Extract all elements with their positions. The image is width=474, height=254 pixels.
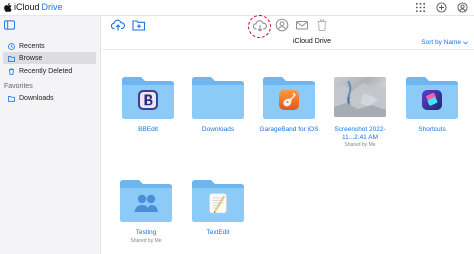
item-name: TextEdit [206, 229, 230, 236]
upload-icon[interactable] [111, 18, 125, 32]
item-shared-label: Shared by Me [344, 142, 376, 148]
account-icon[interactable] [457, 2, 468, 13]
clock-icon [8, 42, 15, 50]
mail-icon[interactable] [295, 18, 309, 32]
sidebar-item-label: Recently Deleted [19, 67, 73, 75]
sidebar-item-recently-deleted[interactable]: Recently Deleted [3, 65, 96, 77]
garageband-app-icon [279, 90, 299, 110]
textedit-app-icon [209, 193, 227, 214]
app-name: iCloud [14, 2, 40, 12]
download-highlight-ring [248, 15, 271, 38]
sort-button[interactable]: Sort by Name [421, 39, 468, 46]
icloud-drive-window: iCloud Drive Recents Browse Recently Del… [0, 0, 474, 254]
page-title: iCloud Drive [292, 38, 332, 45]
screenshot-preview-icon [334, 80, 386, 117]
top-bar: iCloud Drive [0, 0, 474, 16]
new-folder-icon[interactable] [132, 18, 146, 32]
product-name: Drive [41, 2, 63, 12]
apple-logo-icon [4, 2, 12, 13]
header-divider [101, 49, 474, 50]
item-name: GarageBand for iOS [259, 126, 319, 133]
chevron-down-icon [463, 40, 468, 44]
favorites-heading: Favorites [4, 83, 33, 90]
folder-icon [8, 95, 15, 102]
file-item-garageband[interactable]: GarageBand for iOS [254, 74, 324, 134]
add-circle-icon[interactable] [436, 2, 447, 13]
sidebar-toggle-icon[interactable] [4, 20, 15, 30]
sort-label: Sort by Name [421, 39, 461, 46]
sidebar-item-label: Recents [19, 42, 45, 50]
sidebar-item-label: Downloads [19, 94, 54, 102]
brand[interactable]: iCloud Drive [3, 2, 63, 13]
trash-icon[interactable] [315, 18, 329, 32]
sidebar-item-label: Browse [19, 54, 43, 62]
sidebar-item-recents[interactable]: Recents [3, 40, 96, 52]
sidebar: Recents Browse Recently Deleted Favorite… [0, 16, 101, 254]
folder-icon [8, 55, 15, 62]
shared-folder-icon [120, 180, 172, 222]
item-name: Screenshot 2022-11...2.41 AM [334, 126, 386, 141]
shortcuts-app-icon [422, 90, 442, 110]
file-item-testing[interactable]: Testing Shared by Me [111, 177, 181, 244]
trash-icon [8, 67, 15, 75]
file-item-bbedit[interactable]: BBEdit [113, 74, 183, 134]
file-item-screenshot[interactable]: Screenshot 2022-11...2.41 AM Shared by M… [325, 74, 395, 148]
file-item-textedit[interactable]: TextEdit [183, 177, 253, 237]
item-name: Shortcuts [418, 126, 446, 133]
item-name: Downloads [201, 126, 235, 133]
file-item-downloads[interactable]: Downloads [183, 74, 253, 134]
share-person-icon[interactable] [275, 18, 289, 32]
app-grid-icon[interactable] [415, 2, 426, 13]
sidebar-item-browse[interactable]: Browse [3, 52, 96, 64]
bbedit-app-icon [138, 90, 158, 110]
screenshot-thumbnail [334, 77, 386, 117]
item-shared-label: Shared by Me [130, 237, 162, 244]
item-name: Testing [135, 229, 157, 236]
item-name: BBEdit [138, 126, 158, 133]
file-item-shortcuts[interactable]: Shortcuts [397, 74, 467, 134]
folder-icon [192, 77, 244, 119]
sidebar-item-downloads[interactable]: Downloads [3, 92, 96, 104]
